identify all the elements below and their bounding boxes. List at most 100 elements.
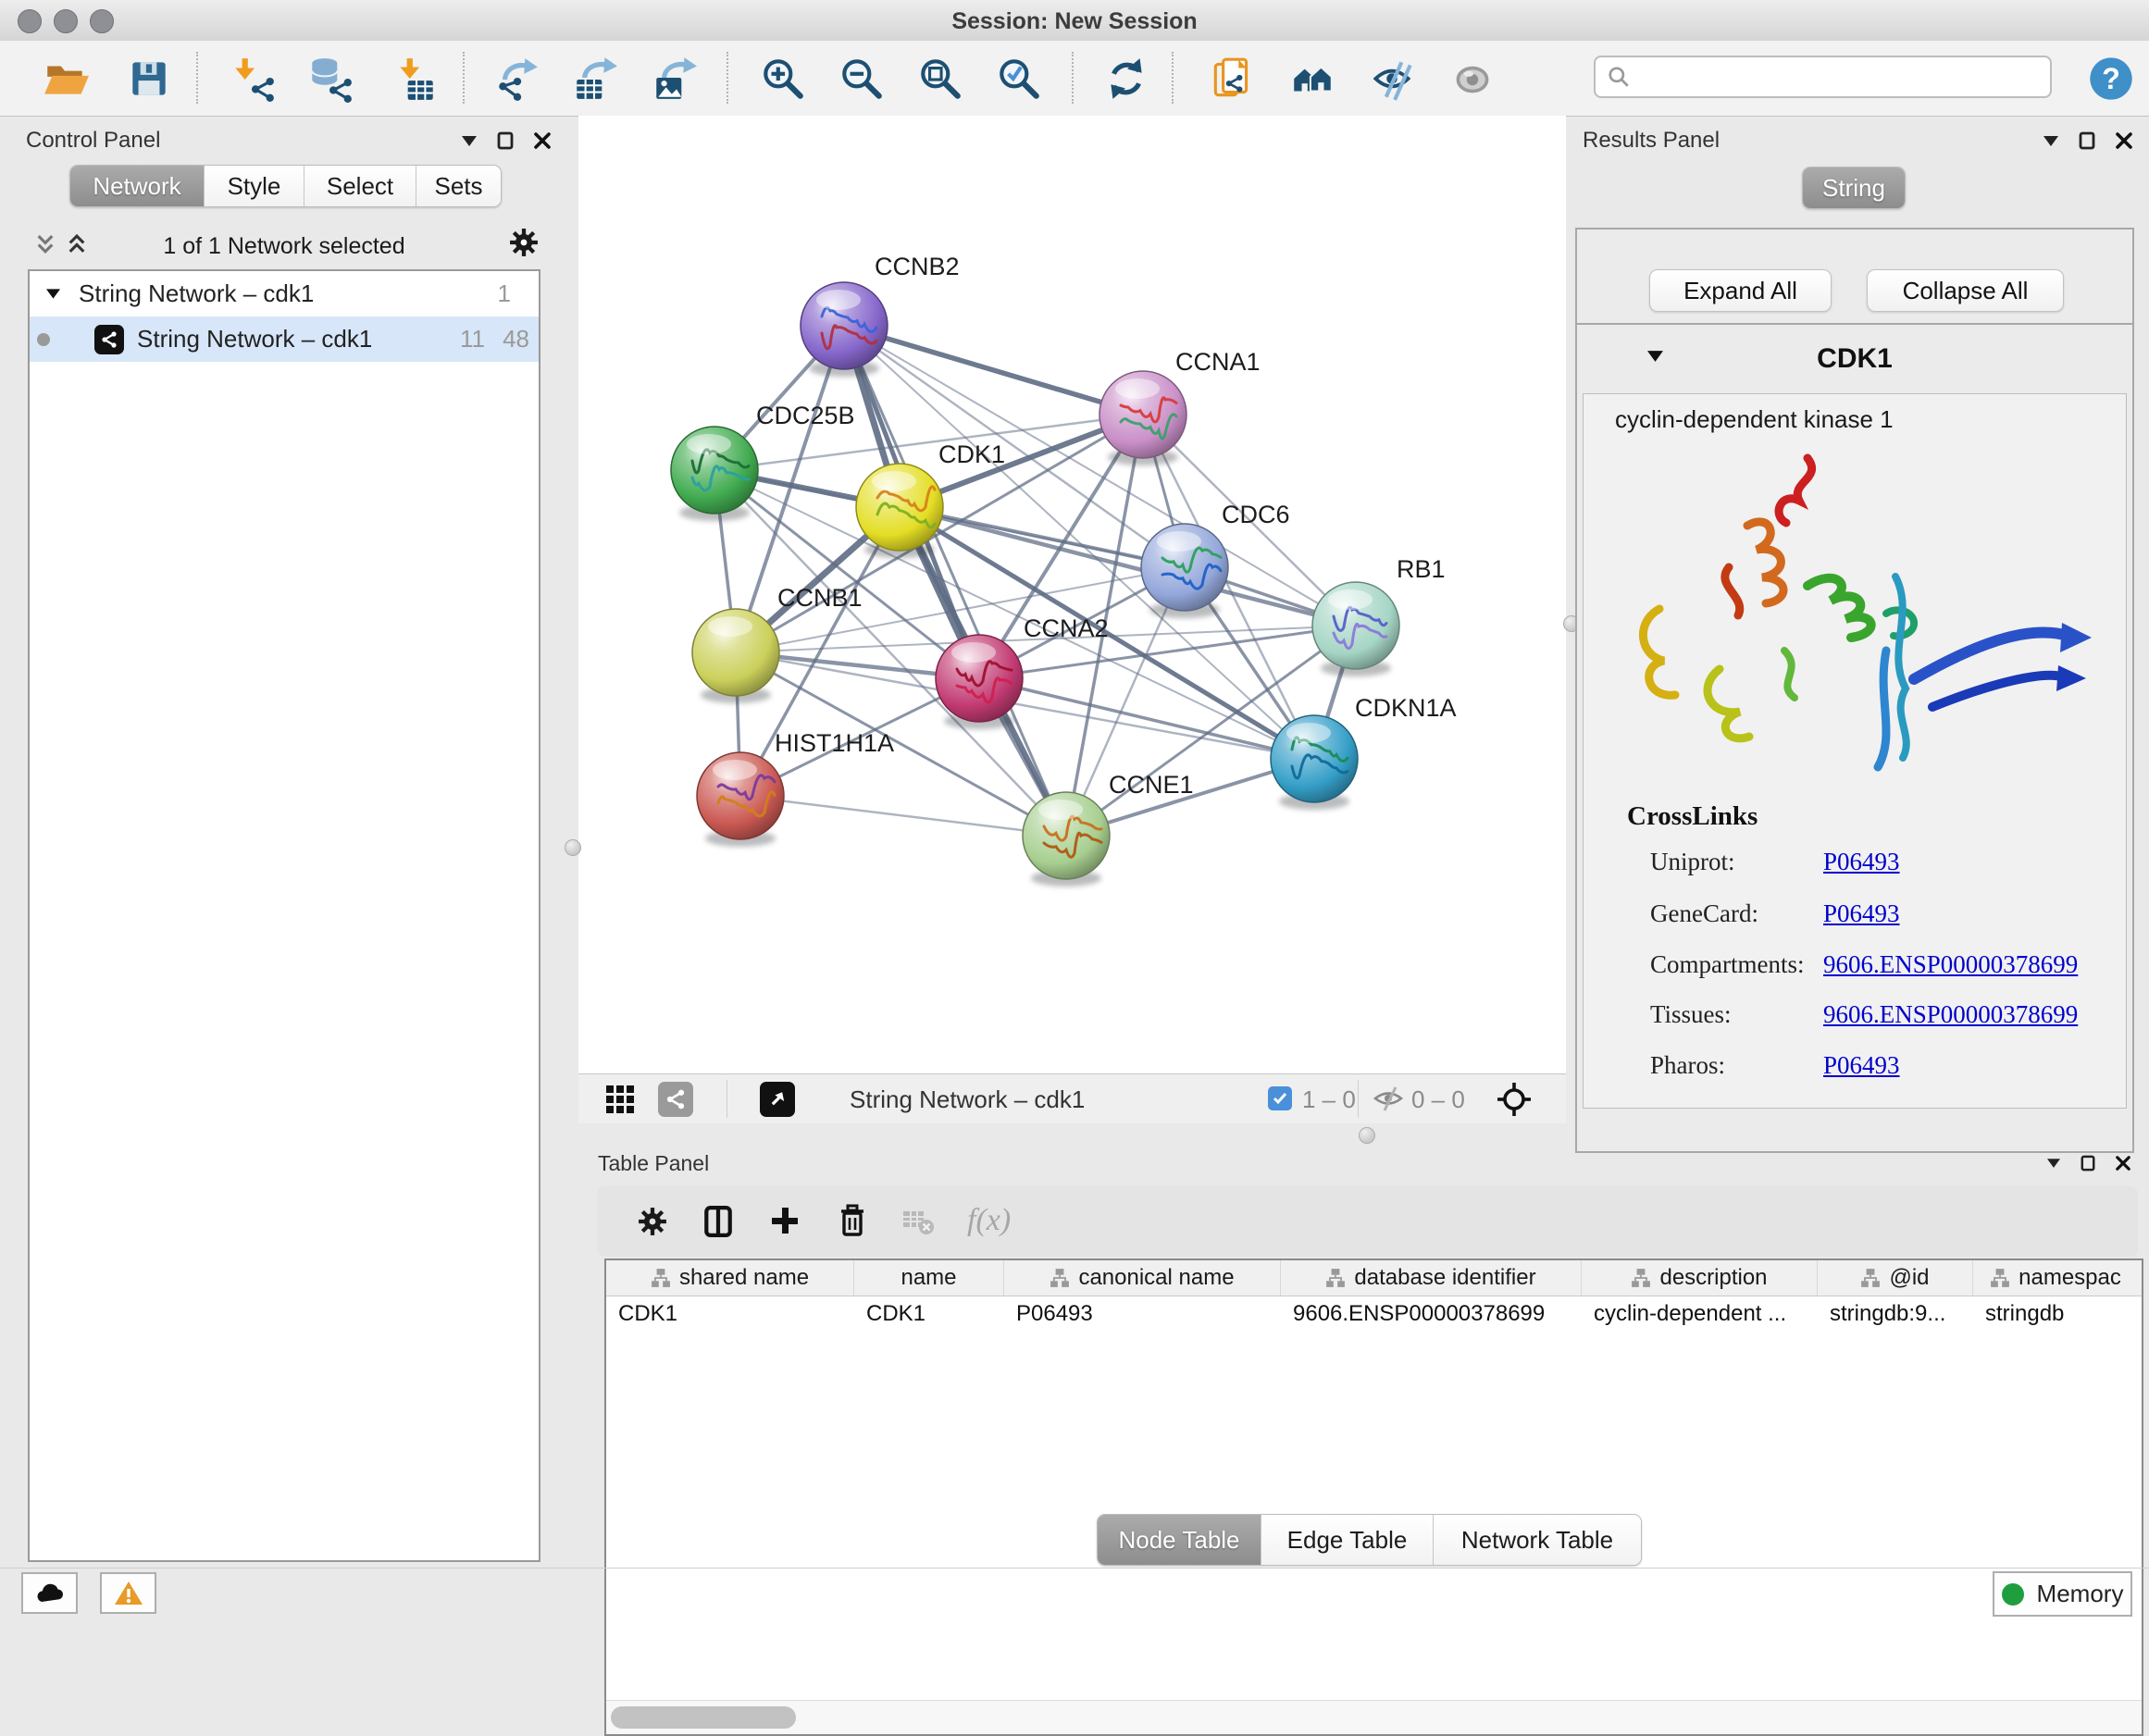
column-header-id[interactable]: @id	[1818, 1260, 1973, 1296]
column-header-shared-name[interactable]: shared name	[606, 1260, 854, 1296]
selected-nodes-checkbox[interactable]	[1268, 1086, 1292, 1110]
horizontal-scrollbar[interactable]	[606, 1700, 2142, 1734]
float-panel-icon[interactable]	[2079, 131, 2095, 150]
export-image-icon[interactable]	[646, 52, 703, 105]
delete-column-trash-icon[interactable]	[836, 1203, 869, 1243]
network-node-HIST1H1A[interactable]: HIST1H1A	[697, 729, 894, 847]
panel-menu-icon[interactable]	[2043, 136, 2058, 146]
network-graph[interactable]: CCNB2CCNA1CDC25BCDK1CDC6RB1CCNB1CCNA2CDK…	[578, 116, 1566, 1073]
tab-network-table[interactable]: Network Table	[1434, 1515, 1641, 1565]
status-bar: Memory	[0, 1568, 2149, 1624]
cloud-status-button[interactable]	[21, 1572, 78, 1614]
network-canvas[interactable]: CCNB2CCNA1CDC25BCDK1CDC6RB1CCNB1CCNA2CDK…	[578, 116, 1566, 1073]
tab-sets[interactable]: Sets	[416, 166, 501, 206]
column-header-database-identifier[interactable]: database identifier	[1281, 1260, 1582, 1296]
crosslinks-title: CrossLinks	[1627, 801, 1758, 832]
network-edge-HIST1H1A-CCNE1[interactable]	[740, 796, 1066, 836]
crosslink-genecard-link[interactable]: P06493	[1823, 899, 1900, 928]
network-edge-CCNB2-CCNE1[interactable]	[844, 326, 1066, 836]
create-column-icon[interactable]	[769, 1205, 801, 1241]
tab-style[interactable]: Style	[205, 166, 304, 206]
zoom-fit-icon[interactable]	[912, 52, 969, 105]
panel-menu-icon[interactable]	[2047, 1159, 2060, 1168]
tab-node-table[interactable]: Node Table	[1098, 1515, 1261, 1565]
close-panel-icon[interactable]	[534, 132, 551, 149]
expand-all-button[interactable]: Expand All	[1649, 269, 1832, 312]
toolbar-divider	[727, 52, 728, 104]
import-network-icon[interactable]	[224, 52, 281, 105]
column-header-namespace[interactable]: namespac	[1973, 1260, 2138, 1296]
save-session-icon[interactable]	[120, 52, 178, 105]
scrollbar-thumb[interactable]	[611, 1706, 796, 1729]
panel-menu-icon[interactable]	[462, 136, 477, 146]
network-options-gear-icon[interactable]	[509, 228, 539, 262]
column-header-description[interactable]: description	[1582, 1260, 1818, 1296]
hide-selected-icon[interactable]	[1364, 52, 1422, 105]
crosslink-tissues-link[interactable]: 9606.ENSP00000378699	[1823, 1000, 2078, 1029]
memory-label: Memory	[2037, 1580, 2124, 1608]
open-in-window-icon[interactable]	[760, 1082, 795, 1117]
network-node-CCNA1[interactable]: CCNA1	[1099, 348, 1261, 465]
column-header-name[interactable]: name	[854, 1260, 1004, 1296]
tab-select[interactable]: Select	[304, 166, 416, 206]
tab-network[interactable]: Network	[70, 166, 205, 206]
column-header-canonical-name[interactable]: canonical name	[1004, 1260, 1281, 1296]
table-header-row: shared name name canonical name database…	[606, 1260, 2142, 1296]
close-panel-icon[interactable]	[2116, 1156, 2130, 1171]
help-icon[interactable]: ?	[2082, 52, 2140, 105]
network-status-dot	[37, 333, 50, 346]
network-edge-CCNA2-CDKN1A[interactable]	[979, 678, 1314, 759]
network-node-RB1[interactable]: RB1	[1312, 555, 1446, 676]
crosslink-compartments-link[interactable]: 9606.ENSP00000378699	[1823, 950, 2078, 979]
search-input[interactable]	[1631, 63, 2032, 91]
string-view-icon[interactable]	[658, 1082, 693, 1117]
crosslink-label: Tissues:	[1650, 1000, 1732, 1029]
crosslink-pharos-link[interactable]: P06493	[1823, 1051, 1900, 1080]
zoom-selected-icon[interactable]	[990, 52, 1048, 105]
float-panel-icon[interactable]	[2081, 1155, 2095, 1172]
import-database-icon[interactable]	[301, 52, 358, 105]
table-gear-icon[interactable]	[638, 1207, 667, 1241]
crosslink-uniprot-link[interactable]: P06493	[1823, 848, 1900, 876]
tab-edge-table[interactable]: Edge Table	[1261, 1515, 1434, 1565]
network-node-CDKN1A[interactable]: CDKN1A	[1271, 694, 1457, 810]
table-row[interactable]: CDK1 CDK1 P06493 9606.ENSP00000378699 cy…	[606, 1296, 2142, 1332]
zoom-in-icon[interactable]	[754, 52, 812, 105]
float-panel-icon[interactable]	[497, 131, 514, 150]
import-table-icon[interactable]	[387, 52, 444, 105]
refresh-icon[interactable]	[1098, 52, 1155, 105]
search-box	[1594, 56, 2052, 98]
export-table-icon[interactable]	[566, 52, 624, 105]
open-file-icon[interactable]	[37, 52, 94, 105]
gene-section-header[interactable]: CDK1	[1577, 325, 2132, 393]
show-all-icon[interactable]	[1444, 52, 1501, 105]
show-columns-icon[interactable]	[702, 1205, 735, 1243]
toolbar-divider	[1072, 52, 1074, 104]
grid-view-icon[interactable]	[604, 1084, 636, 1120]
network-edge-CCNB2-CCNA1[interactable]	[844, 326, 1143, 415]
cloud-icon	[34, 1581, 66, 1606]
node-label: CDC6	[1222, 501, 1290, 528]
export-network-icon[interactable]	[489, 52, 546, 105]
collection-expand-icon[interactable]	[46, 289, 60, 299]
network-row-selected[interactable]: String Network – cdk1 11 48	[30, 316, 539, 362]
collapse-all-button[interactable]: Collapse All	[1867, 269, 2064, 312]
first-neighbors-icon[interactable]	[1284, 52, 1341, 105]
network-node-CDC25B[interactable]: CDC25B	[671, 402, 855, 521]
search-icon	[1607, 65, 1631, 89]
new-network-from-selection-icon[interactable]	[1203, 52, 1261, 105]
network-collection-row[interactable]: String Network – cdk1 1	[30, 271, 539, 316]
zoom-out-icon[interactable]	[833, 52, 890, 105]
birds-eye-view-icon[interactable]	[1497, 1082, 1532, 1122]
string-network-icon	[94, 325, 124, 354]
bottom-splitter-handle[interactable]	[1359, 1127, 1375, 1144]
warnings-button[interactable]	[100, 1572, 156, 1614]
memory-button[interactable]: Memory	[1993, 1571, 2132, 1617]
network-node-CCNE1[interactable]: CCNE1	[1023, 771, 1194, 887]
network-node-CCNB1[interactable]: CCNB1	[692, 584, 863, 703]
left-splitter-handle[interactable]	[565, 839, 581, 856]
close-panel-icon[interactable]	[2116, 132, 2132, 149]
network-node-CDK1[interactable]: CDK1	[856, 440, 1005, 558]
crosslink-label: Pharos:	[1650, 1051, 1725, 1080]
tab-string[interactable]: String	[1803, 167, 1905, 208]
